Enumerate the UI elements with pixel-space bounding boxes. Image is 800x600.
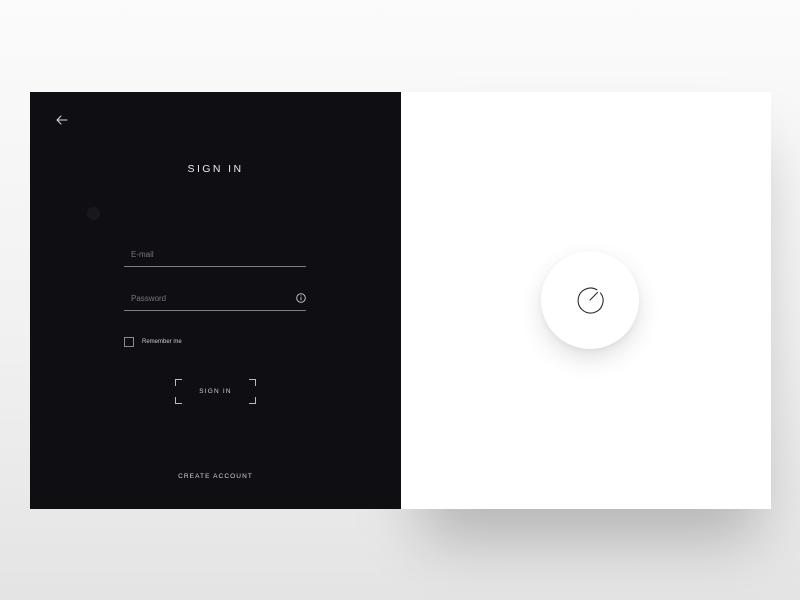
page-title: SIGN IN bbox=[187, 163, 244, 175]
remember-me-toggle[interactable]: Remember me bbox=[124, 337, 182, 347]
remember-me-checkbox[interactable] bbox=[124, 337, 134, 347]
decorative-dot bbox=[87, 207, 100, 220]
spinner-icon bbox=[577, 287, 604, 314]
back-button[interactable] bbox=[54, 112, 70, 128]
loader-circle bbox=[541, 251, 639, 349]
button-corner bbox=[249, 379, 256, 386]
arrow-left-icon bbox=[56, 115, 68, 125]
password-input[interactable] bbox=[124, 288, 281, 309]
sign-in-button[interactable]: SIGN IN bbox=[175, 379, 256, 404]
email-field-wrapper bbox=[124, 244, 306, 267]
loader-panel bbox=[401, 92, 771, 509]
button-corner bbox=[249, 397, 256, 404]
password-field-wrapper bbox=[124, 288, 306, 311]
info-icon[interactable] bbox=[296, 293, 306, 303]
button-corner bbox=[175, 379, 182, 386]
create-account-link[interactable]: CREATE ACCOUNT bbox=[30, 473, 401, 480]
sign-in-panel: SIGN IN Remember me SIGN IN CREATE ACCOU… bbox=[30, 92, 401, 509]
remember-me-label: Remember me bbox=[142, 339, 182, 345]
sign-in-card: SIGN IN Remember me SIGN IN CREATE ACCOU… bbox=[30, 92, 771, 509]
email-input[interactable] bbox=[124, 244, 281, 265]
sign-in-button-label: SIGN IN bbox=[199, 388, 232, 395]
button-corner bbox=[175, 397, 182, 404]
